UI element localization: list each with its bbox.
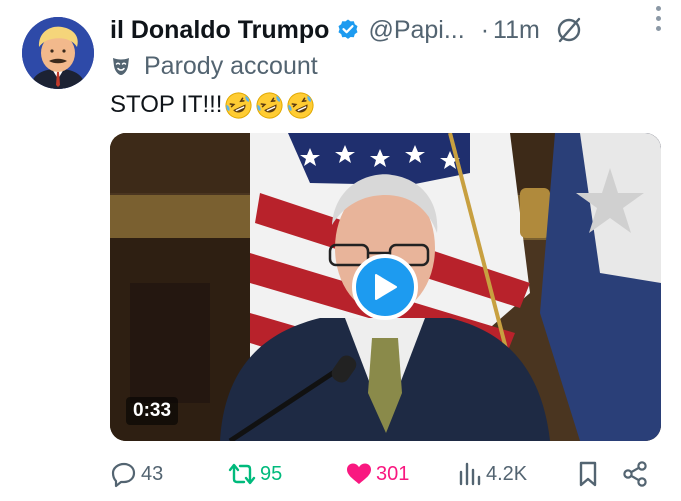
post-text: STOP IT!!!	[110, 90, 317, 120]
like-button[interactable]: 301	[345, 456, 409, 492]
reply-icon	[111, 462, 136, 488]
reply-count: 43	[141, 462, 164, 485]
video-player[interactable]: 0:33	[110, 133, 661, 441]
repost-icon	[228, 463, 256, 485]
action-bar: 43 95 301 4.2K	[110, 456, 661, 492]
repost-button[interactable]: 95	[227, 456, 282, 492]
laughing-emoji-icon	[256, 91, 284, 119]
muted-icon[interactable]	[554, 15, 584, 45]
like-count: 301	[376, 462, 410, 485]
display-name[interactable]: il Donaldo Trumpo	[110, 16, 329, 45]
laughing-emoji-icon	[225, 91, 253, 119]
video-duration: 0:33	[126, 397, 179, 425]
play-icon	[375, 274, 397, 300]
avatar-image	[22, 17, 94, 89]
parody-label-text: Parody account	[144, 51, 318, 80]
timestamp[interactable]: 11m	[493, 16, 540, 45]
post-text-content: STOP IT!!!	[110, 91, 223, 118]
repost-count: 95	[260, 462, 283, 485]
avatar[interactable]	[22, 17, 94, 89]
handle[interactable]: @Papi...	[368, 16, 464, 45]
share-button[interactable]	[621, 456, 649, 492]
play-button[interactable]	[352, 254, 418, 320]
laughing-emoji-icon	[287, 91, 315, 119]
more-options-icon[interactable]	[656, 6, 661, 31]
parody-label: Parody account	[110, 50, 318, 82]
reply-button[interactable]: 43	[110, 456, 163, 492]
views-count: 4.2K	[486, 462, 528, 485]
bookmark-button[interactable]	[575, 456, 601, 492]
bookmark-icon	[579, 461, 597, 487]
verified-badge-icon[interactable]	[336, 18, 360, 42]
views-icon	[459, 462, 481, 486]
like-icon	[347, 463, 371, 484]
emoji-group	[224, 91, 317, 120]
share-icon	[623, 461, 647, 487]
separator-dot: ·	[480, 15, 490, 44]
post-header: il Donaldo Trumpo @Papi... · 11m	[110, 12, 670, 48]
views-button[interactable]: 4.2K	[457, 456, 527, 492]
parody-mask-icon	[110, 55, 132, 77]
